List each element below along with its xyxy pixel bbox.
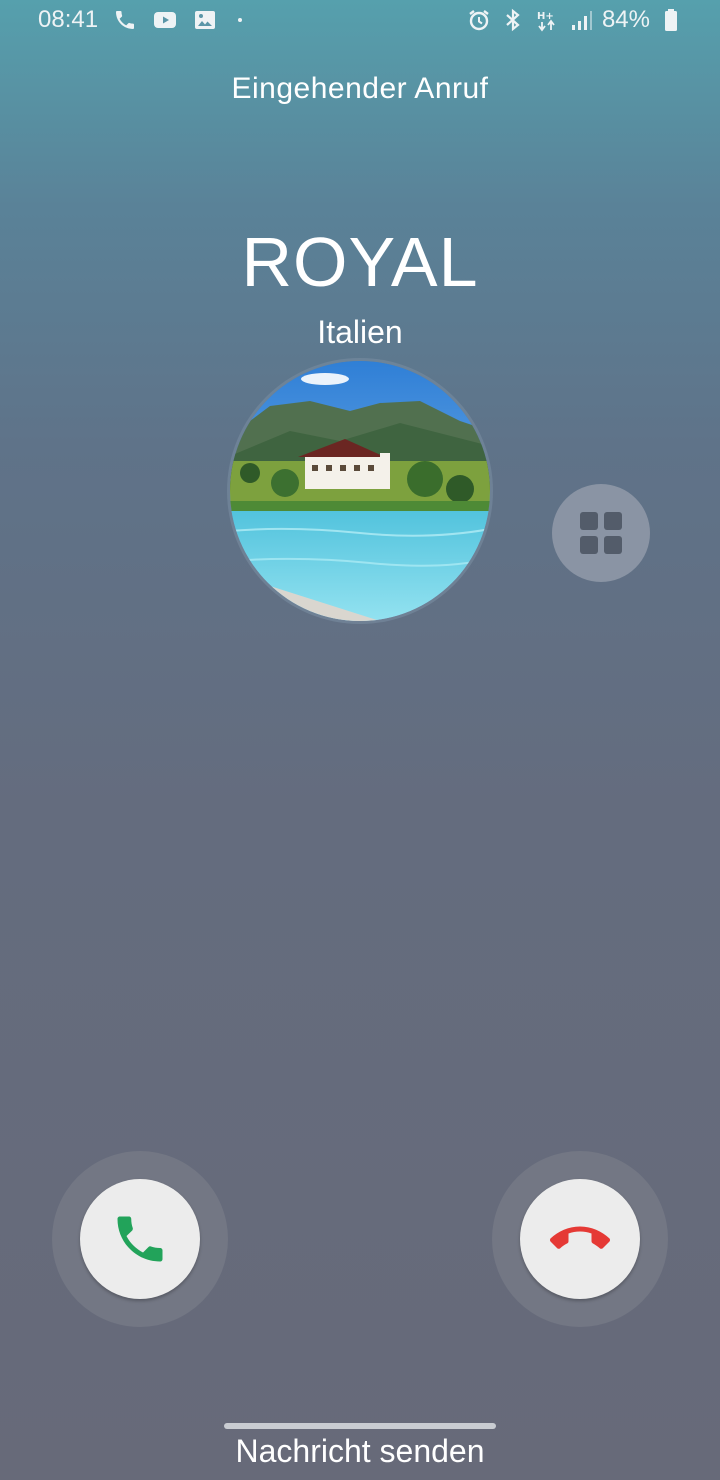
decline-call-button[interactable]	[520, 1179, 640, 1299]
accept-call-button[interactable]	[80, 1179, 200, 1299]
status-bar: 08:41 H+ 84%	[0, 0, 720, 44]
more-options-button[interactable]	[552, 484, 650, 582]
notification-dot	[238, 18, 243, 22]
hplus-data-icon: H+	[534, 7, 560, 33]
signal-icon	[568, 7, 594, 33]
gallery-icon	[192, 7, 218, 33]
youtube-icon	[152, 7, 178, 33]
bluetooth-icon	[500, 7, 526, 33]
phone-accept-icon	[117, 1216, 163, 1262]
phone-icon	[112, 7, 138, 33]
send-message-button[interactable]: Nachricht senden	[0, 1433, 720, 1470]
decline-call-ring	[492, 1151, 668, 1327]
grid-icon	[580, 512, 622, 554]
clock: 08:41	[38, 6, 99, 33]
accept-call-ring	[52, 1151, 228, 1327]
caller-photo	[230, 361, 490, 621]
caller-name: ROYAL	[241, 223, 479, 301]
status-bar-left: 08:41	[38, 6, 243, 34]
call-status-label: Eingehender Anruf	[231, 72, 489, 105]
phone-decline-icon	[550, 1226, 610, 1249]
status-bar-right: H+ 84%	[466, 6, 684, 34]
caller-location: Italien	[317, 314, 403, 350]
battery-icon	[658, 7, 684, 33]
swipe-up-handle[interactable]	[224, 1423, 496, 1429]
battery-percent: 84%	[601, 6, 650, 33]
alarm-icon	[466, 7, 492, 33]
